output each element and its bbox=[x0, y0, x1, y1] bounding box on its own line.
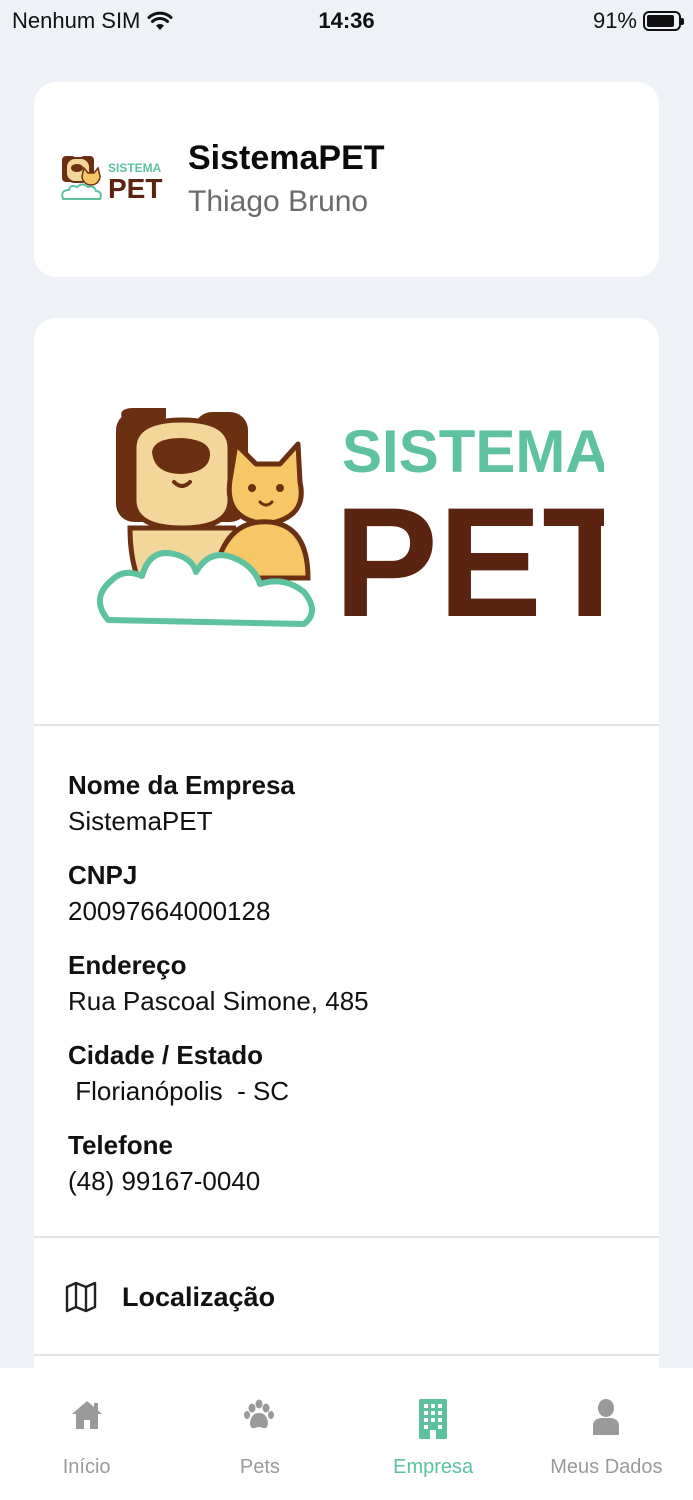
sistemapet-logo-large: SISTEMA PET bbox=[97, 408, 604, 638]
logo-small-line2: PET bbox=[108, 173, 162, 204]
sistemapet-logo-small: SISTEMA PET bbox=[61, 156, 162, 204]
paw-icon bbox=[243, 1399, 274, 1429]
company-card: SISTEMA PET Nome da Empresa SistemaPET C… bbox=[34, 318, 659, 1388]
tab-meus-dados-label: Meus Dados bbox=[550, 1456, 663, 1478]
phone-label: Telefone bbox=[68, 1130, 173, 1160]
city-state-label: Cidade / Estado bbox=[68, 1040, 264, 1070]
location-button[interactable]: Localização bbox=[34, 1238, 659, 1354]
tab-pets-label: Pets bbox=[239, 1456, 280, 1478]
cnpj-value: 20097664000128 bbox=[68, 896, 271, 926]
city-state-value: Florianópolis - SC bbox=[68, 1076, 290, 1106]
divider-location bbox=[34, 1354, 659, 1356]
status-right: 91% bbox=[592, 8, 684, 34]
address-label: Endereço bbox=[68, 950, 187, 980]
map-icon bbox=[65, 1281, 97, 1313]
tab-inicio[interactable]: Início bbox=[0, 1368, 173, 1500]
logo-large-line1: SISTEMA bbox=[342, 418, 604, 485]
home-icon bbox=[71, 1401, 102, 1429]
cnpj-label: CNPJ bbox=[68, 860, 138, 890]
tab-meus-dados[interactable]: Meus Dados bbox=[520, 1368, 693, 1500]
status-left: Nenhum SIM bbox=[12, 8, 173, 34]
phone-value[interactable]: (48) 99167-0040 bbox=[68, 1166, 260, 1197]
screen: Nenhum SIM 14:36 91% SISTEMA PET Sistema… bbox=[0, 0, 693, 1500]
address-value: Rua Pascoal Simone, 485 bbox=[68, 986, 369, 1016]
tab-inicio-label: Início bbox=[62, 1456, 111, 1478]
wifi-icon bbox=[147, 11, 173, 30]
logo-large-line2: PET bbox=[334, 476, 604, 638]
status-bar: Nenhum SIM 14:36 91% bbox=[0, 0, 693, 44]
company-name-value: SistemaPET bbox=[68, 806, 213, 836]
location-label: Localização bbox=[122, 1282, 276, 1312]
battery-fill bbox=[647, 15, 675, 27]
divider-logo bbox=[34, 724, 659, 726]
tab-bar: Início Pets Empresa Meus Dados bbox=[0, 1368, 693, 1500]
tab-pets[interactable]: Pets bbox=[173, 1368, 346, 1500]
battery-percent: 91% bbox=[592, 8, 637, 33]
battery-icon bbox=[643, 11, 684, 31]
tab-empresa-label: Empresa bbox=[393, 1456, 474, 1478]
carrier-label: Nenhum SIM bbox=[12, 8, 141, 33]
header-card: SISTEMA PET SistemaPET Thiago Bruno bbox=[34, 82, 659, 277]
user-icon bbox=[593, 1399, 620, 1435]
building-icon bbox=[419, 1399, 448, 1439]
tab-empresa[interactable]: Empresa bbox=[347, 1368, 520, 1500]
app-title: SistemaPET bbox=[188, 139, 385, 177]
company-name-label: Nome da Empresa bbox=[68, 770, 295, 800]
user-name: Thiago Bruno bbox=[188, 185, 369, 218]
